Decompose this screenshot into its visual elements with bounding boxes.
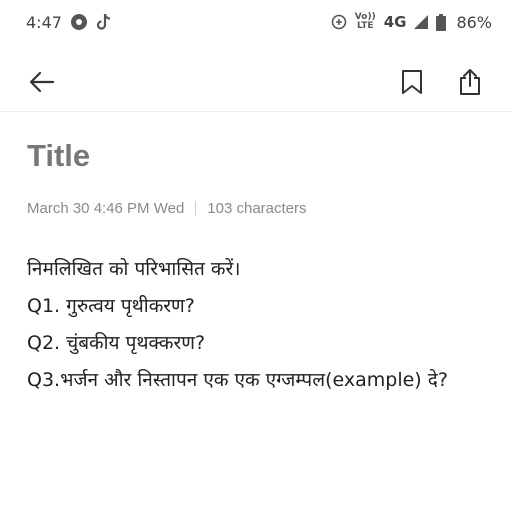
- back-button[interactable]: [24, 64, 60, 100]
- note-char-count: 103 characters: [207, 200, 307, 217]
- bookmark-button[interactable]: [394, 64, 430, 100]
- status-bar-right: Vo)) LTE 4G 86%: [331, 13, 492, 32]
- settings-notification-icon: [70, 13, 88, 31]
- note-line[interactable]: Q2. चुंबकीय पृथक्करण?: [27, 328, 497, 365]
- note-meta: March 30 4:46 PM Wed 103 characters: [27, 200, 307, 217]
- data-saver-icon: [331, 14, 347, 30]
- volte-icon: Vo)) LTE: [355, 13, 376, 31]
- meta-divider: [195, 201, 197, 216]
- tiktok-notification-icon: [96, 13, 112, 31]
- arrow-left-icon: [29, 71, 55, 93]
- battery-icon: [436, 13, 447, 31]
- note-date: March 30 4:46 PM Wed: [27, 200, 185, 217]
- note-line[interactable]: Q3.भर्जन और निस्तापन एक एक एग्जम्पल(exam…: [27, 365, 497, 402]
- status-bar: 4:47 Vo)) LTE 4G 86%: [0, 0, 512, 44]
- note-line[interactable]: निमलिखित को परिभासित करें।: [27, 254, 497, 291]
- network-type: 4G: [383, 13, 407, 31]
- share-button[interactable]: [452, 64, 488, 100]
- battery-percent: 86%: [456, 12, 492, 32]
- signal-icon: [414, 15, 429, 29]
- share-icon: [460, 69, 480, 95]
- note-toolbar: [0, 52, 512, 112]
- volte-badge-bottom: LTE: [356, 21, 374, 31]
- status-bar-left: 4:47: [26, 13, 112, 32]
- note-line[interactable]: Q1. गुरुत्वय पृथीकरण?: [27, 291, 497, 328]
- status-time: 4:47: [26, 12, 62, 32]
- bookmark-icon: [402, 70, 422, 94]
- note-body[interactable]: निमलिखित को परिभासित करें। Q1. गुरुत्वय …: [27, 254, 497, 402]
- note-title[interactable]: Title: [27, 138, 90, 174]
